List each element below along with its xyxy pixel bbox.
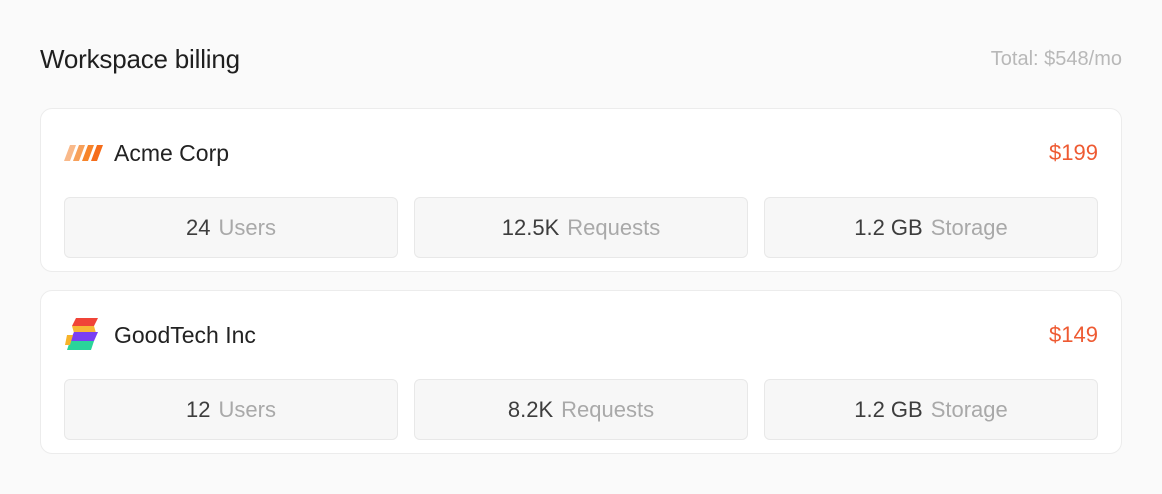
acme-stripes-icon xyxy=(64,133,104,173)
stat-requests: 12.5K Requests xyxy=(414,197,748,258)
stat-value: 12.5K xyxy=(501,214,560,240)
stat-label: Storage xyxy=(930,396,1008,422)
workspace-stats: 12 Users 8.2K Requests 1.2 GB Storage xyxy=(64,379,1098,440)
billing-page: Workspace billing Total: $548/mo Acme Co… xyxy=(0,0,1162,494)
workspace-org: GoodTech Inc xyxy=(64,315,256,355)
stat-value: 8.2K xyxy=(507,396,554,422)
stat-users: 12 Users xyxy=(64,379,398,440)
stat-value: 24 xyxy=(186,214,211,240)
stat-requests: 8.2K Requests xyxy=(414,379,748,440)
workspace-name: GoodTech Inc xyxy=(114,321,256,348)
workspace-price: $149 xyxy=(1049,322,1098,347)
goodtech-s-icon xyxy=(64,315,104,355)
stat-label: Users xyxy=(218,214,276,240)
workspace-card-acme[interactable]: Acme Corp $199 24 Users 12.5K Requests 1… xyxy=(40,108,1122,272)
stat-value: 1.2 GB xyxy=(854,396,923,422)
workspace-card-goodtech[interactable]: GoodTech Inc $149 12 Users 8.2K Requests… xyxy=(40,290,1122,454)
page-title: Workspace billing xyxy=(40,43,240,74)
stat-label: Requests xyxy=(567,214,661,240)
workspace-org: Acme Corp xyxy=(64,133,229,173)
stat-storage: 1.2 GB Storage xyxy=(764,379,1098,440)
stat-value: 1.2 GB xyxy=(854,214,923,240)
stat-users: 24 Users xyxy=(64,197,398,258)
stat-label: Requests xyxy=(561,396,655,422)
stat-label: Users xyxy=(218,396,276,422)
stat-label: Storage xyxy=(930,214,1008,240)
workspace-price: $199 xyxy=(1049,140,1098,165)
workspace-card-header: Acme Corp $199 xyxy=(64,109,1098,197)
workspace-name: Acme Corp xyxy=(114,139,230,166)
total-amount: Total: $548/mo xyxy=(990,47,1122,70)
stat-storage: 1.2 GB Storage xyxy=(764,197,1098,258)
workspace-stats: 24 Users 12.5K Requests 1.2 GB Storage xyxy=(64,197,1098,258)
workspace-list: Acme Corp $199 24 Users 12.5K Requests 1… xyxy=(40,108,1122,454)
billing-header: Workspace billing Total: $548/mo xyxy=(40,40,1122,78)
stat-value: 12 xyxy=(186,396,211,422)
workspace-card-header: GoodTech Inc $149 xyxy=(64,291,1098,379)
